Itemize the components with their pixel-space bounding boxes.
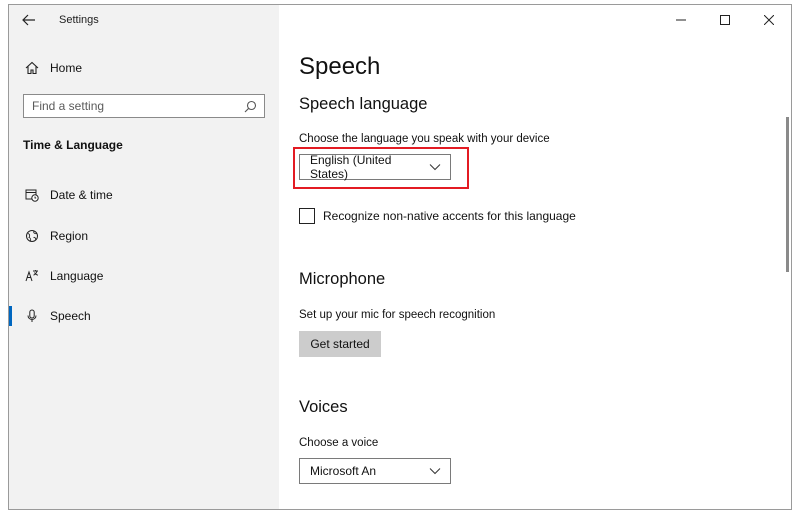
sidebar-item-label: Language	[50, 269, 104, 283]
highlight-box	[293, 147, 469, 189]
window-controls	[659, 5, 791, 35]
sidebar-item-label: Region	[50, 229, 89, 243]
voice-dropdown[interactable]: Microsoft An	[299, 458, 451, 484]
minimize-icon	[676, 19, 686, 21]
microphone-icon	[23, 307, 41, 325]
sidebar: Settings Home Time & Language	[9, 5, 279, 509]
chevron-down-icon	[429, 465, 441, 477]
microphone-heading: Microphone	[299, 270, 386, 288]
accent-checkbox-label: Recognize non-native accents for this la…	[323, 209, 576, 223]
back-arrow-icon	[22, 14, 35, 26]
voices-heading: Voices	[299, 398, 348, 416]
main-content: Speech Speech language Choose the langua…	[279, 5, 791, 509]
sidebar-item-language[interactable]: Language	[9, 261, 279, 291]
maximize-icon	[720, 15, 730, 25]
microphone-description: Set up your mic for speech recognition	[299, 309, 496, 321]
app-title: Settings	[59, 14, 99, 26]
sidebar-item-label: Date & time	[50, 188, 113, 202]
home-label: Home	[50, 61, 83, 75]
titlebar-left: Settings	[9, 5, 279, 35]
speech-language-heading: Speech language	[299, 95, 428, 113]
get-started-button[interactable]: Get started	[299, 331, 381, 357]
close-icon	[764, 15, 774, 25]
maximize-button[interactable]	[703, 5, 747, 35]
scrollbar[interactable]	[786, 117, 789, 272]
section-heading: Time & Language	[23, 138, 123, 152]
voice-selected: Microsoft An	[310, 464, 377, 478]
language-icon	[23, 267, 41, 285]
voices-description: Choose a voice	[299, 437, 379, 449]
home-icon	[23, 59, 41, 77]
page-title: Speech	[299, 53, 381, 80]
sidebar-item-date-time[interactable]: Date & time	[9, 180, 279, 210]
globe-icon	[23, 227, 41, 245]
sidebar-item-region[interactable]: Region	[9, 221, 279, 251]
minimize-button[interactable]	[659, 5, 703, 35]
close-button[interactable]	[747, 5, 791, 35]
search-icon[interactable]	[243, 99, 257, 113]
search-box[interactable]	[23, 94, 265, 118]
accent-checkbox-row[interactable]: Recognize non-native accents for this la…	[299, 208, 576, 224]
speech-language-description: Choose the language you speak with your …	[299, 133, 550, 145]
settings-window: Settings Home Time & Language	[8, 4, 792, 510]
accent-checkbox[interactable]	[299, 208, 315, 224]
search-input[interactable]	[32, 99, 232, 113]
calendar-clock-icon	[23, 186, 41, 204]
sidebar-item-label: Speech	[50, 309, 91, 323]
sidebar-item-home[interactable]: Home	[9, 53, 279, 83]
sidebar-item-speech[interactable]: Speech	[9, 301, 279, 331]
back-button[interactable]	[9, 5, 49, 35]
